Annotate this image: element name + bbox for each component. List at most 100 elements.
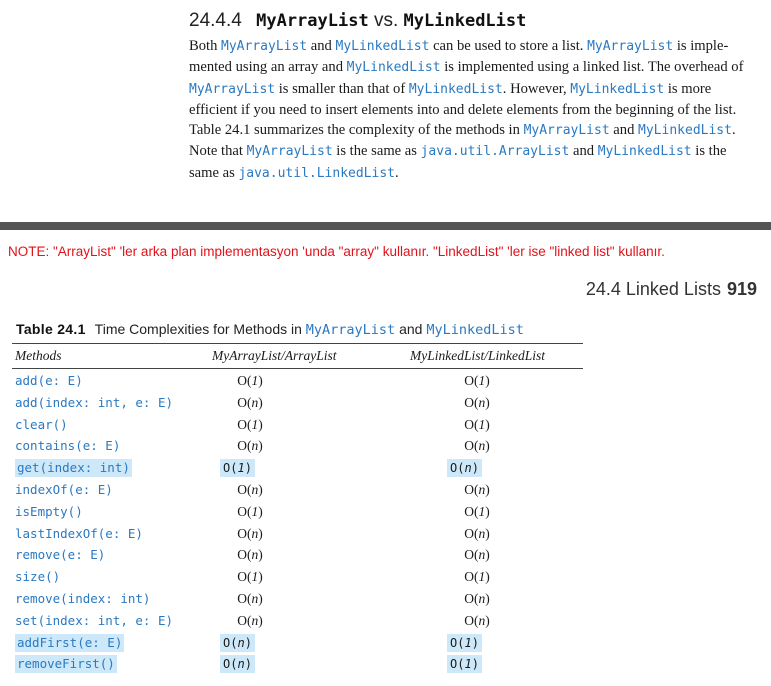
section-24-4-4: 24.4.4 MyArrayList vs. MyLinkedList Both… [189,7,769,184]
note-text: NOTE: "ArrayList" 'ler arka plan impleme… [8,244,665,259]
method-cell: size() [15,569,61,585]
paragraph-text: and [609,122,639,139]
table-row: size() O(1) O(1) [12,566,583,588]
linkedlist-complexity-cell: O(n) [447,459,482,478]
table-label: Table 24.1 [16,321,86,337]
running-header-title: 24.4 Linked Lists [585,279,721,299]
arraylist-complexity-cell: O(1) [237,503,263,519]
page-divider [0,222,771,230]
inline-code: MyLinkedList [346,60,441,76]
table-row: add(index: int, e: E) O(n) O(n) [12,392,583,414]
method-cell: clear() [15,416,68,432]
linkedlist-complexity-cell: O(n) [464,590,490,606]
paragraph-text: and [569,143,598,160]
linkedlist-complexity-cell: O(1) [464,569,490,585]
linkedlist-complexity-cell: O(n) [464,547,490,563]
paragraph-text: is the same as [332,143,421,160]
arraylist-complexity-cell: O(n) [237,547,263,563]
section-heading: 24.4.4 MyArrayList vs. MyLinkedList [189,7,769,35]
paragraph-text: Both [189,38,222,54]
table-row: get(index: int) O(1) O(n) [12,457,583,479]
heading-class-b: MyLinkedList [403,11,527,31]
method-cell: remove(e: E) [15,547,106,563]
heading-vs: vs. [373,10,399,31]
arraylist-complexity-cell: O(1) [237,569,263,585]
table-row: addFirst(e: E) O(n) O(1) [12,632,583,654]
method-cell: removeFirst() [15,655,117,674]
arraylist-complexity-cell: O(n) [237,394,263,410]
arraylist-complexity-cell: O(1) [237,373,263,388]
section-number: 24.4.4 [189,10,242,31]
inline-code: java.util.LinkedList [238,165,395,181]
arraylist-complexity-cell: O(n) [237,612,263,628]
table-row: indexOf(e: E) O(n) O(n) [12,479,583,501]
table-row: add(e: E) O(1) O(1) [12,370,583,392]
paragraph-text: . [395,164,399,181]
arraylist-complexity-cell: O(n) [237,525,263,541]
table-title-class-a: MyArrayList [305,322,396,338]
inline-code: MyArrayList [587,39,674,54]
paragraph-text: is smaller than that of [275,80,409,97]
method-cell: get(index: int) [15,459,132,478]
arraylist-complexity-cell: O(n) [237,590,263,606]
method-cell: add(index: int, e: E) [15,394,174,410]
paragraph-text: can be used to store a list. [429,38,588,54]
linkedlist-complexity-cell: O(1) [464,373,490,388]
table-caption: Table 24.1 Time Complexities for Methods … [16,321,524,338]
inline-code: MyLinkedList [335,39,430,54]
inline-code: MyLinkedList [570,81,665,97]
table-row: set(index: int, e: E) O(n) O(n) [12,610,583,632]
section-paragraph: Both MyArrayList and MyLinkedList can be… [189,36,759,184]
page-number: 919 [726,279,757,299]
paragraph-text: . However, [502,80,571,97]
table-row: contains(e: E) O(n) O(n) [12,435,583,457]
table-row: remove(index: int) O(n) O(n) [12,588,583,610]
inline-code: MyLinkedList [408,81,503,97]
arraylist-complexity-cell: O(1) [237,416,263,432]
table-row: isEmpty() O(1) O(1) [12,501,583,523]
table-rule-header [12,368,583,369]
linkedlist-complexity-cell: O(n) [464,481,490,497]
table-title-and: and [395,321,427,337]
arraylist-complexity-cell: O(n) [220,655,255,674]
arraylist-complexity-cell: O(n) [220,633,255,652]
table-row: removeFirst() O(n) O(1) [12,653,583,675]
table-title-class-b: MyLinkedList [426,322,524,338]
method-cell: addFirst(e: E) [15,633,125,652]
linkedlist-complexity-cell: O(1) [464,416,490,432]
inline-code: MyLinkedList [638,123,732,139]
inline-code: MyArrayList [523,123,610,139]
table-title-prefix: Time Complexities for Methods in [94,321,306,337]
method-cell: contains(e: E) [15,438,121,454]
table-row: remove(e: E) O(n) O(n) [12,544,583,566]
table-title: Time Complexities for Methods in MyArray… [94,321,524,338]
column-header-methods: Methods [15,348,62,363]
linkedlist-complexity-cell: O(n) [464,612,490,628]
linkedlist-complexity-cell: O(n) [464,525,490,541]
inline-code: MyArrayList [246,144,333,160]
method-cell: set(index: int, e: E) [15,612,174,628]
linkedlist-complexity-cell: O(n) [464,394,490,410]
method-cell: remove(index: int) [15,590,151,606]
table-row: lastIndexOf(e: E) O(n) O(n) [12,523,583,545]
paragraph-text: and [307,38,336,54]
linkedlist-complexity-cell: O(n) [464,438,490,454]
arraylist-complexity-cell: O(n) [237,438,263,454]
method-cell: add(e: E) [15,373,83,388]
running-header: 24.4 Linked Lists 919 [586,279,757,300]
arraylist-complexity-cell: O(n) [237,481,263,497]
method-cell: indexOf(e: E) [15,481,113,497]
linkedlist-complexity-cell: O(1) [447,633,482,652]
inline-code: MyArrayList [221,39,308,54]
heading-class-a: MyArrayList [256,11,369,31]
column-header-linkedlist: MyLinkedList/LinkedList [410,348,545,363]
linkedlist-complexity-cell: O(1) [464,503,490,519]
table-rule-top [12,343,583,344]
inline-code: java.util.ArrayList [420,144,570,160]
inline-code: MyArrayList [189,81,276,97]
method-cell: isEmpty() [15,503,83,519]
column-header-arraylist: MyArrayList/ArrayList [212,348,337,363]
inline-code: MyLinkedList [597,144,692,160]
table-row: clear() O(1) O(1) [12,414,583,436]
table-body: add(e: E) O(1) O(1) add(index: int, e: E) O(… [12,370,583,675]
